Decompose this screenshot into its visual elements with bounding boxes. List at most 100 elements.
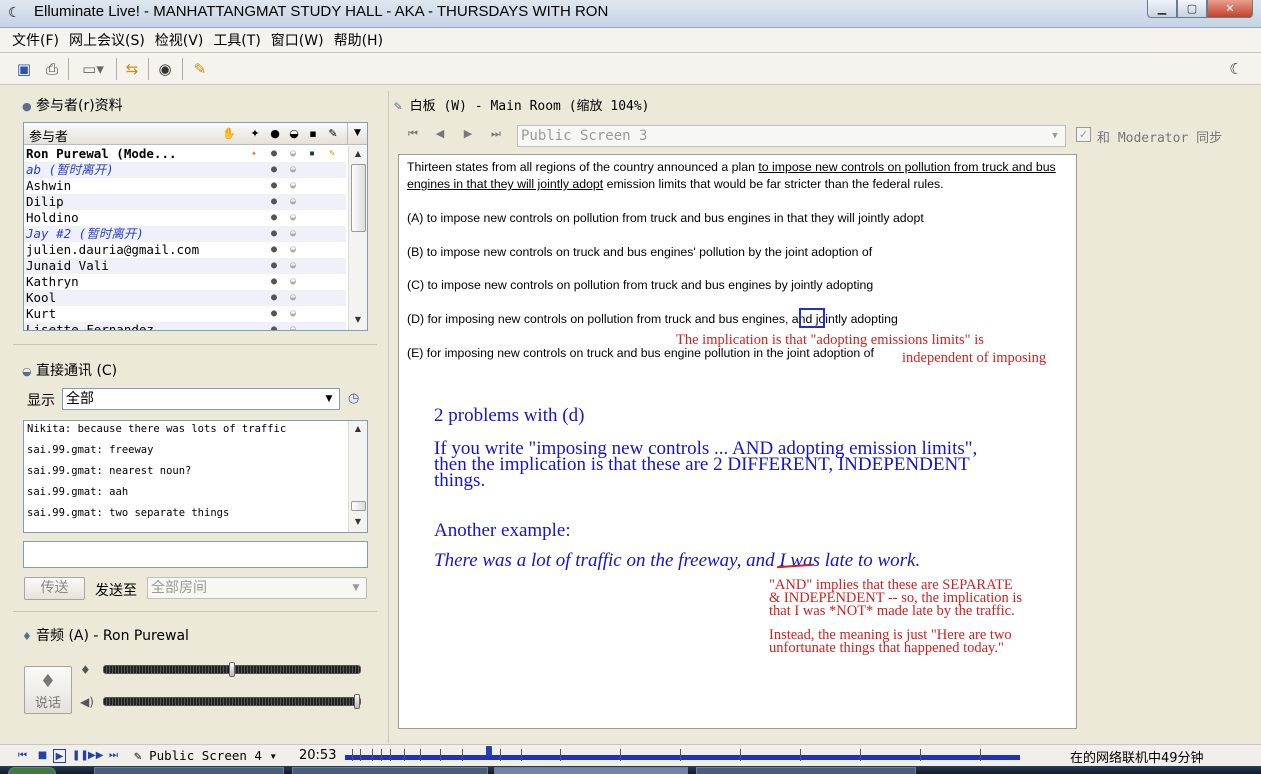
microphone-status-icon[interactable]: ● (268, 228, 280, 240)
participant-row[interactable]: Dilip ● ◒ (24, 194, 346, 210)
blue-example-sentence: There was a lot of traffic on the freewa… (434, 550, 921, 571)
previous-screen-button[interactable]: ◀ (432, 126, 448, 142)
participant-row[interactable]: Jay #2 (暂时离开) ● ◒ (24, 226, 346, 242)
history-clock-icon[interactable]: ◷ (348, 391, 359, 406)
taskbar-item[interactable] (494, 767, 688, 774)
menu-file[interactable]: 文件(F) (12, 30, 59, 50)
screen-indicator[interactable]: ✎ Public Screen 4 ▾ (134, 748, 277, 763)
question-stem-line-1: Thirteen states from all regions of the … (407, 160, 1056, 174)
chat-status-icon[interactable]: ◒ (287, 324, 299, 330)
microphone-status-icon[interactable]: ● (268, 324, 280, 330)
stop-icon[interactable]: ■ (36, 749, 49, 763)
participant-row[interactable]: ab (暂时离开) ● ◒ (24, 162, 346, 178)
mic-volume-slider[interactable] (103, 662, 361, 677)
taskbar-item[interactable] (292, 767, 488, 774)
play-icon[interactable]: ▶ (53, 749, 66, 763)
menu-tools[interactable]: 工具(T) (213, 30, 260, 50)
chat-status-icon[interactable]: ◒ (287, 228, 299, 240)
menu-window[interactable]: 窗口(W) (271, 30, 324, 50)
participant-row[interactable]: julien.dauria@gmail.com ● ◒ (24, 242, 346, 258)
participant-row[interactable]: Kool ● ◒ (24, 290, 346, 306)
chat-status-icon[interactable]: ◒ (287, 244, 299, 256)
menu-session[interactable]: 网上会议(S) (69, 30, 145, 50)
video-column-icon[interactable]: ▪ (306, 127, 320, 141)
microphone-status-icon[interactable]: ● (268, 292, 280, 304)
speaker-icon: ◀) (80, 695, 94, 709)
moderator-badge-icon[interactable]: ✦ (248, 148, 260, 160)
talk-button[interactable]: ♦ 说话 (24, 666, 72, 714)
participant-row[interactable]: Kurt ● ◒ (24, 306, 346, 322)
microphone-status-icon[interactable]: ● (268, 164, 280, 176)
chat-status-icon[interactable]: ◒ (287, 196, 299, 208)
webcam-icon[interactable]: ◉ (153, 57, 177, 81)
menu-view[interactable]: 检视(V) (155, 30, 204, 50)
close-button[interactable]: ✕ (1207, 0, 1253, 18)
minimize-button[interactable]: ▁ (1147, 0, 1177, 18)
sync-moderator-checkbox[interactable]: ✓ (1076, 127, 1091, 142)
load-content-icon[interactable]: ⇆ (120, 57, 144, 81)
next-screen-button[interactable]: ▶ (460, 126, 476, 142)
participant-row[interactable]: Kathryn ● ◒ (24, 274, 346, 290)
chat-status-icon[interactable]: ◒ (287, 148, 299, 160)
whiteboard-status-icon[interactable]: ✎ (326, 148, 338, 160)
participant-row[interactable]: Lisette Fernandez ● ◒ (24, 322, 346, 330)
taskbar-item[interactable] (696, 767, 916, 774)
microphone-status-icon[interactable]: ● (268, 244, 280, 256)
chat-status-icon[interactable]: ◒ (287, 260, 299, 272)
participant-row[interactable]: Ron Purewal (Mode... ● ◒ ✦ ▪ ✎ (24, 146, 346, 162)
mic-slider-handle[interactable] (229, 662, 235, 677)
video-status-icon[interactable]: ▪ (306, 148, 318, 160)
first-screen-button[interactable]: ⏮ (405, 126, 421, 142)
chat-message-input[interactable] (23, 541, 368, 568)
microphone-status-icon[interactable]: ● (268, 196, 280, 208)
chat-status-icon[interactable]: ◒ (287, 292, 299, 304)
layout-menu-icon[interactable]: ▭▾ (74, 57, 112, 81)
red-note-1-line-2: independent of imposing (902, 350, 1047, 366)
maximize-button[interactable]: ▢ (1177, 0, 1207, 18)
microphone-status-icon[interactable]: ● (268, 276, 280, 288)
chat-status-icon[interactable]: ◒ (287, 164, 299, 176)
microphone-status-icon[interactable]: ● (268, 308, 280, 320)
save-icon[interactable]: ▣ (12, 57, 36, 81)
chat-column-icon[interactable]: ◒ (287, 127, 301, 141)
chat-status-icon[interactable]: ◒ (287, 308, 299, 320)
moderator-icon[interactable]: ✦ (248, 127, 262, 141)
skip-to-end-icon[interactable]: ⏭ (107, 749, 120, 763)
chat-status-icon[interactable]: ◒ (287, 212, 299, 224)
taskbar-item[interactable] (94, 767, 284, 774)
microphone-column-icon[interactable]: ● (268, 127, 282, 141)
chat-scrollbar[interactable]: ▲ ▼ (348, 421, 367, 532)
participants-scrollbar[interactable]: ▲ ▼ (348, 146, 367, 330)
speaker-slider-handle[interactable] (354, 694, 360, 709)
chat-status-icon[interactable]: ◒ (287, 180, 299, 192)
microphone-status-icon[interactable]: ● (268, 180, 280, 192)
microphone-status-icon[interactable]: ● (268, 212, 280, 224)
print-icon[interactable]: ⎙ (40, 57, 64, 81)
speaker-volume-slider[interactable] (103, 694, 361, 709)
microphone-status-icon[interactable]: ● (268, 148, 280, 160)
screen-select[interactable]: Public Screen 3 ▼ (517, 125, 1066, 147)
menu-help[interactable]: 帮助(H) (334, 30, 383, 50)
pause-icon[interactable]: ❚❚ (72, 749, 89, 763)
send-button[interactable]: 传送 (24, 577, 85, 600)
participant-row[interactable]: Ashwin ● ◒ (24, 178, 346, 194)
fast-forward-icon[interactable]: ▶▶ (88, 749, 103, 763)
participants-column-label[interactable]: 参与者 (29, 126, 68, 145)
last-screen-button[interactable]: ⏭ (488, 126, 504, 142)
playback-timeline[interactable] (345, 755, 1020, 760)
whiteboard-canvas[interactable]: Thirteen states from all regions of the … (398, 154, 1077, 729)
send-to-select[interactable]: 全部房间 ▼ (147, 577, 367, 599)
timeline-tick (390, 749, 391, 761)
playhead[interactable] (486, 746, 492, 756)
rewind-to-start-icon[interactable]: ⏮ (16, 749, 29, 763)
microphone-status-icon[interactable]: ● (268, 260, 280, 272)
notes-icon[interactable]: ✎ (188, 57, 212, 81)
participant-row[interactable]: Holdino ● ◒ (24, 210, 346, 226)
whiteboard-column-icon[interactable]: ✎ (326, 127, 340, 141)
participant-row[interactable]: Junaid Vali ● ◒ (24, 258, 346, 274)
column-options-dropdown[interactable]: ▼ (347, 123, 367, 144)
chat-filter-select[interactable]: 全部 ▼ (62, 388, 340, 410)
start-button[interactable] (8, 767, 56, 774)
chat-status-icon[interactable]: ◒ (287, 276, 299, 288)
raise-hand-icon[interactable]: ✋ (222, 127, 236, 141)
